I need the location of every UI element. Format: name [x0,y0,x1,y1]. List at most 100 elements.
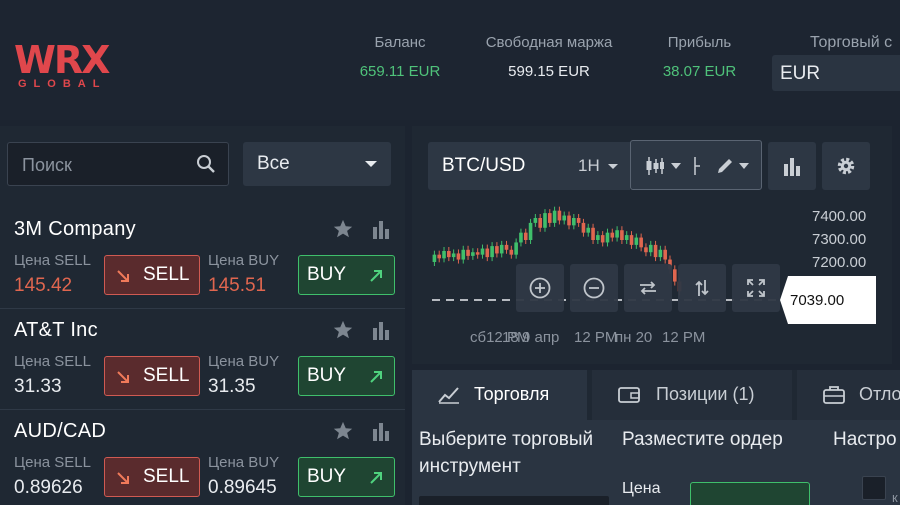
chart-panel: BTC/USD 1( 1H 7400.00 7300.00 7200.00 сб… [412,126,892,364]
instrument-row[interactable]: 3M Company Цена SELL 145.42 SELL Цена BU… [0,208,405,309]
candle [572,218,576,226]
instrument-name: AT&T Inc [14,319,98,341]
candle [475,252,480,255]
buy-button-label: BUY [307,365,347,386]
candle [620,230,624,240]
swap-vertical-icon [695,280,709,296]
instrument-name: 3M Company [14,218,136,240]
bar-chart-icon[interactable] [371,219,391,239]
bar-chart-icon[interactable] [371,421,391,441]
sell-price-label: Цена SELL [14,353,91,370]
tab-trading[interactable]: Торговля [412,370,587,420]
buy-button-label: BUY [307,264,347,285]
chart-trend-icon [438,387,459,404]
zoom-out-button[interactable] [570,264,618,312]
caret-down-icon [671,163,681,169]
zoom-in-button[interactable] [516,264,564,312]
x-tick-label: сб12 PM [470,329,530,346]
buy-button[interactable]: BUY [298,356,395,396]
tab-pending-label: Отло [859,384,900,404]
candle [447,251,451,258]
instrument-name: AUD/CAD [14,420,107,442]
instrument-row[interactable]: AT&T Inc Цена SELL 31.33 SELL Цена BUY 3… [0,309,405,410]
fullscreen-icon [747,279,765,297]
x-tick-label: 12 PM [662,329,706,346]
candle [624,235,629,240]
free-margin-stat: Свободная маржа 599.15 EUR [475,34,623,80]
trading-currency-select[interactable]: EUR [772,55,900,91]
sell-price-value: 145.42 [14,275,73,296]
candle [456,253,461,260]
candle [644,247,648,253]
select-instrument-title: Выберите торговый инструмент [419,429,594,477]
tab-positions[interactable]: Позиции (1) [592,370,792,420]
candle [480,248,485,255]
candle [543,213,547,228]
candle [562,215,567,221]
caret-down-icon [739,163,749,169]
star-icon[interactable] [332,218,354,240]
candle [504,244,509,250]
candle [533,218,538,223]
candle [490,246,494,258]
indicators-button[interactable] [768,142,816,190]
y-tick-label: 7400.00 [812,208,867,225]
buy-price-label: Цена BUY [208,353,280,370]
settings-checkbox[interactable] [862,476,886,500]
tab-pending[interactable]: Отло [797,370,900,420]
star-icon[interactable] [332,319,354,341]
sell-button[interactable]: SELL [104,457,200,497]
category-filter-select[interactable]: Все [243,142,391,186]
candlestick-icon[interactable] [645,157,665,175]
candle [499,244,504,254]
free-margin-label: Свободная маржа [485,34,613,51]
buy-button[interactable]: BUY [298,457,395,497]
sell-price-value: 0.89626 [14,477,83,498]
candle [437,254,442,259]
candle [663,249,667,260]
order-price-label: Цена [622,480,661,497]
arrow-up-right-icon [370,472,382,484]
sell-button-label: SELL [143,466,190,487]
fullscreen-button[interactable] [732,264,780,312]
sell-button[interactable]: SELL [104,356,200,396]
profit-value: 38.07 EUR [662,63,737,80]
balance-stat: Баланс 659.11 EUR [355,34,445,80]
scroll-horizontal-button[interactable] [624,264,672,312]
timeframe-value: 1H [578,156,600,175]
wrx-logo[interactable]: WRX GLOBAL [14,40,124,95]
candle [596,235,600,240]
sell-price-value: 31.33 [14,376,62,397]
instrument-row[interactable]: AUD/CAD Цена SELL 0.89626 SELL Цена BUY … [0,410,405,505]
balance-label: Баланс [374,34,426,51]
gear-icon [837,157,855,175]
candle [552,210,557,223]
logo-subtitle: GLOBAL [18,78,107,90]
candle [528,222,533,240]
arrow-up-right-icon [370,270,382,282]
candle [432,254,437,262]
scale-vertical-button[interactable] [678,264,726,312]
order-price-field[interactable] [690,482,810,505]
buy-button[interactable]: BUY [298,255,395,295]
timeframe-select[interactable]: 1H [566,142,630,190]
checkbox-label: к [892,490,898,505]
instrument-list-panel: Поиск Все 3M Company Цена SELL 145.42 SE… [0,126,405,505]
candle [495,246,499,254]
pencil-icon[interactable] [715,156,735,176]
buy-price-label: Цена BUY [208,454,280,471]
candle [600,235,605,243]
search-icon[interactable] [196,154,216,174]
tab-positions-label: Позиции (1) [656,384,755,404]
candle [471,252,475,256]
search-input[interactable]: Поиск [7,142,229,186]
buy-price-value: 145.51 [208,275,267,296]
chart-settings-button[interactable] [822,142,870,190]
instrument-select-input[interactable] [419,496,609,505]
sell-button[interactable]: SELL [104,255,200,295]
bar-chart-icon [784,158,800,176]
balance-value: 659.11 EUR [359,63,441,80]
bar-chart-icon[interactable] [371,320,391,340]
star-icon[interactable] [332,420,354,442]
crosshair-icon[interactable] [693,157,701,175]
